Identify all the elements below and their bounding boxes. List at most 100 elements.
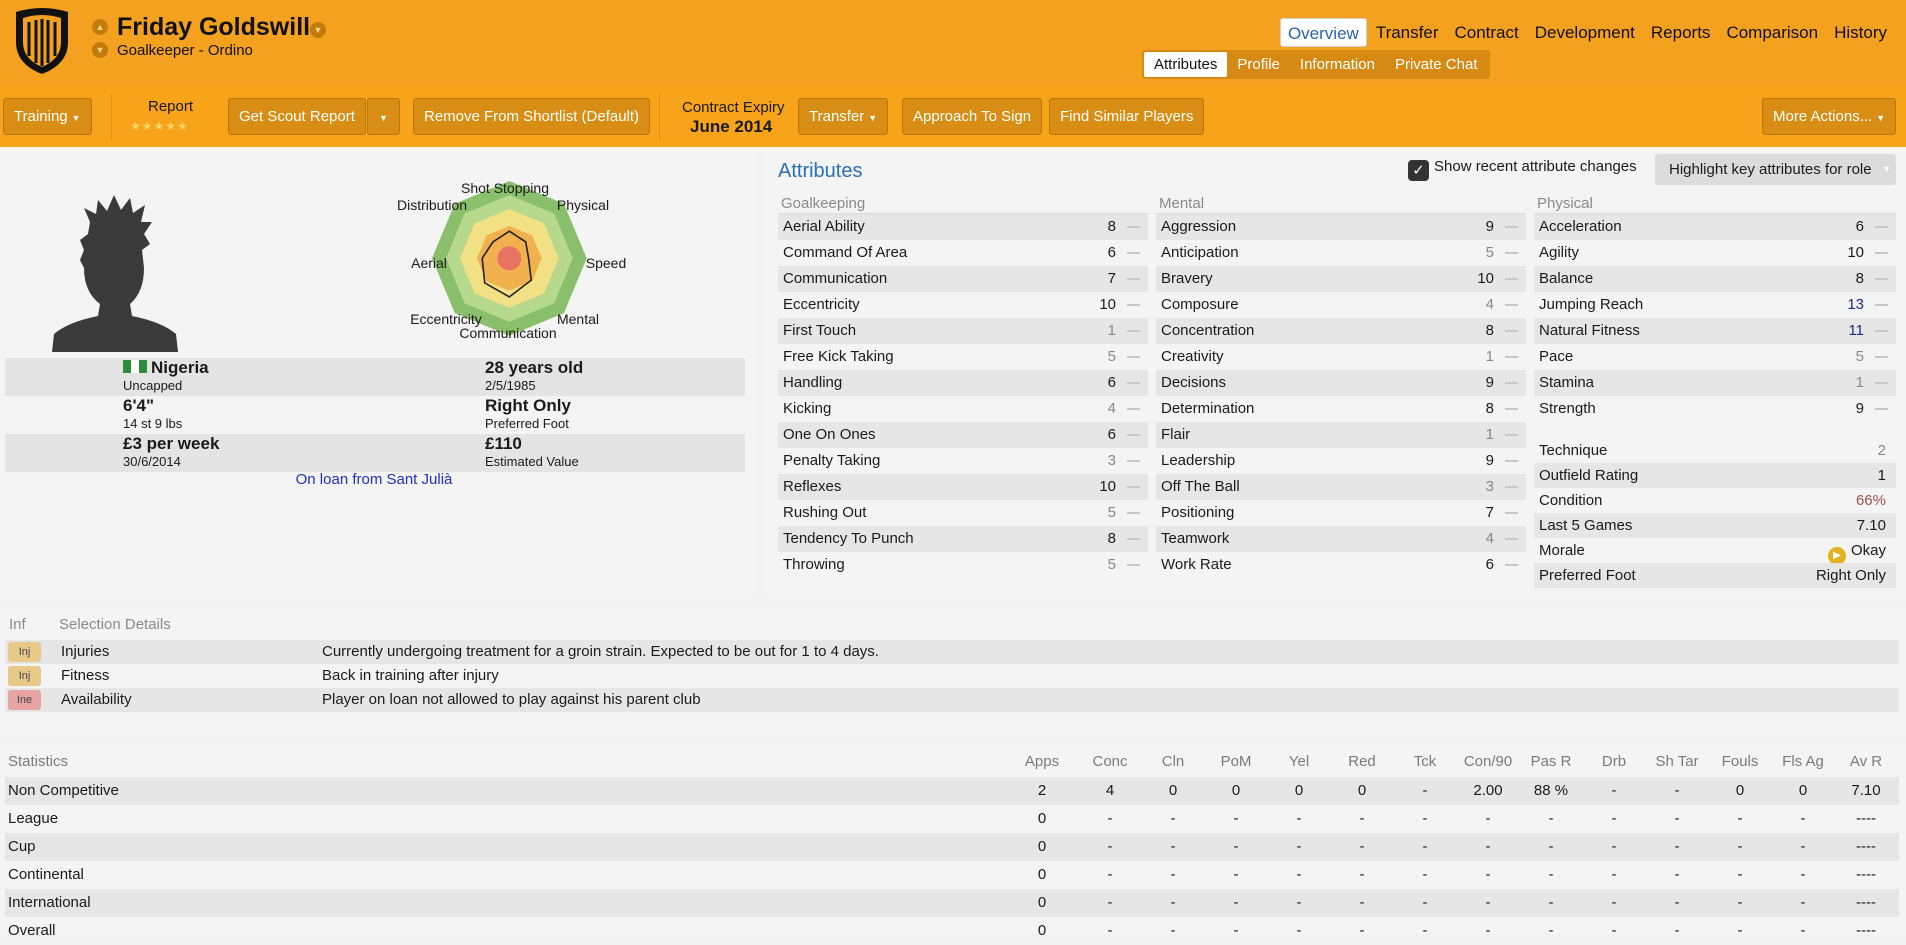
tab-history[interactable]: History [1827,18,1894,47]
tab-overview[interactable]: Overview [1279,18,1367,47]
summary-row: Technique 2 [1534,438,1896,463]
statistics-cell: - [1737,810,1743,827]
statistics-column-header[interactable]: Fls Ag [1772,753,1834,770]
chevron-down-icon: ▼ [868,113,878,123]
highlight-attributes-label: Highlight key attributes for role [1669,161,1872,178]
statistics-column-header[interactable]: Pas R [1520,753,1582,770]
attribute-change-icon [1127,408,1140,410]
attribute-label: Free Kick Taking [783,348,894,365]
attribute-label: Aggression [1161,218,1237,235]
attribute-label: Balance [1539,270,1594,287]
statistics-column-header[interactable]: Av R [1835,753,1897,770]
approach-to-sign-button[interactable]: Approach To Sign [902,98,1043,135]
weight-value: 14 st 9 lbs [123,416,183,431]
statistics-column-header[interactable]: Con/90 [1457,753,1519,770]
statistics-cell: - [1548,810,1554,827]
attribute-value: 7 [1485,504,1494,521]
subtab-private-chat[interactable]: Private Chat [1385,52,1488,77]
more-actions-button[interactable]: More Actions... ▼ [1762,98,1897,135]
attribute-row: Balance 8 [1534,266,1896,292]
selection-label: Fitness [61,667,110,684]
player-menu-button[interactable]: ▼ [310,22,326,38]
remove-shortlist-button[interactable]: Remove From Shortlist (Default) [413,98,651,135]
statistics-column-header[interactable]: Apps [1011,753,1073,770]
attribute-value: 9 [1485,452,1494,469]
statistics-column-header[interactable]: Conc [1079,753,1141,770]
summary-row: Preferred Foot Right Only [1534,563,1896,588]
attribute-group-title: Physical [1534,195,1896,214]
attribute-change-icon [1875,330,1888,332]
selection-detail: Back in training after injury [322,667,499,684]
attributes-title: Attributes [778,160,863,182]
tab-comparison[interactable]: Comparison [1719,18,1825,47]
loan-status-link[interactable]: On loan from Sant Julià [0,471,748,488]
attribute-value: 8 [1107,530,1116,547]
tab-transfer[interactable]: Transfer [1369,18,1446,47]
statistics-cell: - [1548,894,1554,911]
statistics-column-header[interactable]: Fouls [1709,753,1771,770]
scout-report-button[interactable]: Get Scout Report [228,98,366,135]
find-similar-button[interactable]: Find Similar Players [1049,98,1205,135]
subtab-profile[interactable]: Profile [1227,52,1290,77]
tab-contract[interactable]: Contract [1447,18,1525,47]
statistics-cell: - [1107,894,1113,911]
attribute-value: 5 [1107,348,1116,365]
statistics-cell: - [1422,922,1428,939]
statistics-cell: 0 [1735,782,1745,799]
attribute-label: Stamina [1539,374,1595,391]
statistics-cell: 0 [1168,782,1178,799]
summary-label: Technique [1539,442,1608,459]
subtab-information[interactable]: Information [1290,52,1385,77]
highlight-attributes-dropdown[interactable]: Highlight key attributes for role ▼ [1655,154,1896,185]
statistics-cell: 0 [1294,782,1304,799]
attribute-label: Creativity [1161,348,1224,365]
approach-to-sign-label: Approach To Sign [913,108,1032,125]
previous-player-button[interactable]: ▲ [92,19,108,35]
statistics-cell: - [1611,838,1617,855]
scout-report-dropdown[interactable]: ▼ [367,98,400,135]
training-button[interactable]: Training ▼ [3,98,92,135]
attribute-change-icon [1505,278,1518,280]
attribute-value: 5 [1855,348,1864,365]
statistics-column-header[interactable]: Yel [1268,753,1330,770]
chevron-down-icon: ▼ [71,113,81,123]
attribute-label: Determination [1161,400,1255,417]
summary-row: Outfield Rating 1 [1534,463,1896,488]
transfer-button[interactable]: Transfer ▼ [798,98,889,135]
selection-detail: Currently undergoing treatment for a gro… [322,643,879,660]
subtab-attributes[interactable]: Attributes [1144,52,1228,77]
attribute-group-physical: Physical Acceleration 6 Agility 10 Balance 8 Ju… [1534,195,1896,588]
statistics-column-header[interactable]: Red [1331,753,1393,770]
scout-report-label: Get Scout Report [239,108,355,125]
statistics-column-header[interactable]: Sh Tar [1646,753,1708,770]
training-label: Training [14,108,68,125]
show-changes-checkbox[interactable]: ✓ Show recent attribute changes [1408,158,1637,181]
statistics-cell: 0 [1037,894,1047,911]
summary-label: Outfield Rating [1539,467,1639,484]
tab-reports[interactable]: Reports [1644,18,1718,47]
attribute-value: 10 [1099,478,1116,495]
attribute-label: Aerial Ability [783,218,865,235]
attribute-value: 8 [1485,400,1494,417]
statistics-column-header[interactable]: Cln [1142,753,1204,770]
summary-value: 7.10 [1856,517,1886,534]
attribute-value: 3 [1485,478,1494,495]
statistics-column-header[interactable]: PoM [1205,753,1267,770]
attribute-row: Penalty Taking 3 [778,448,1148,474]
attribute-row: Eccentricity 10 [778,292,1148,318]
statistics-cell: - [1170,810,1176,827]
morale-value: Okay [1850,542,1886,559]
nationality: Nigeria Uncapped [123,358,209,393]
remove-shortlist-label: Remove From Shortlist (Default) [424,108,640,125]
statistics-cell: - [1107,810,1113,827]
statistics-column-header[interactable]: Drb [1583,753,1645,770]
statistics-row: Non Competitive 2 4 0 0 0 0 - 2.00 88 % - - 0 0 7.10 [5,777,1899,805]
tab-development[interactable]: Development [1528,18,1642,47]
statistics-column-header[interactable]: Tck [1394,753,1456,770]
attribute-label: Kicking [783,400,832,417]
statistics-row-label: International [8,894,91,911]
statistics-cell: - [1800,866,1806,883]
next-player-button[interactable]: ▼ [92,42,108,58]
attribute-row: Teamwork 4 [1156,526,1526,552]
attribute-row: Stamina 1 [1534,370,1896,396]
